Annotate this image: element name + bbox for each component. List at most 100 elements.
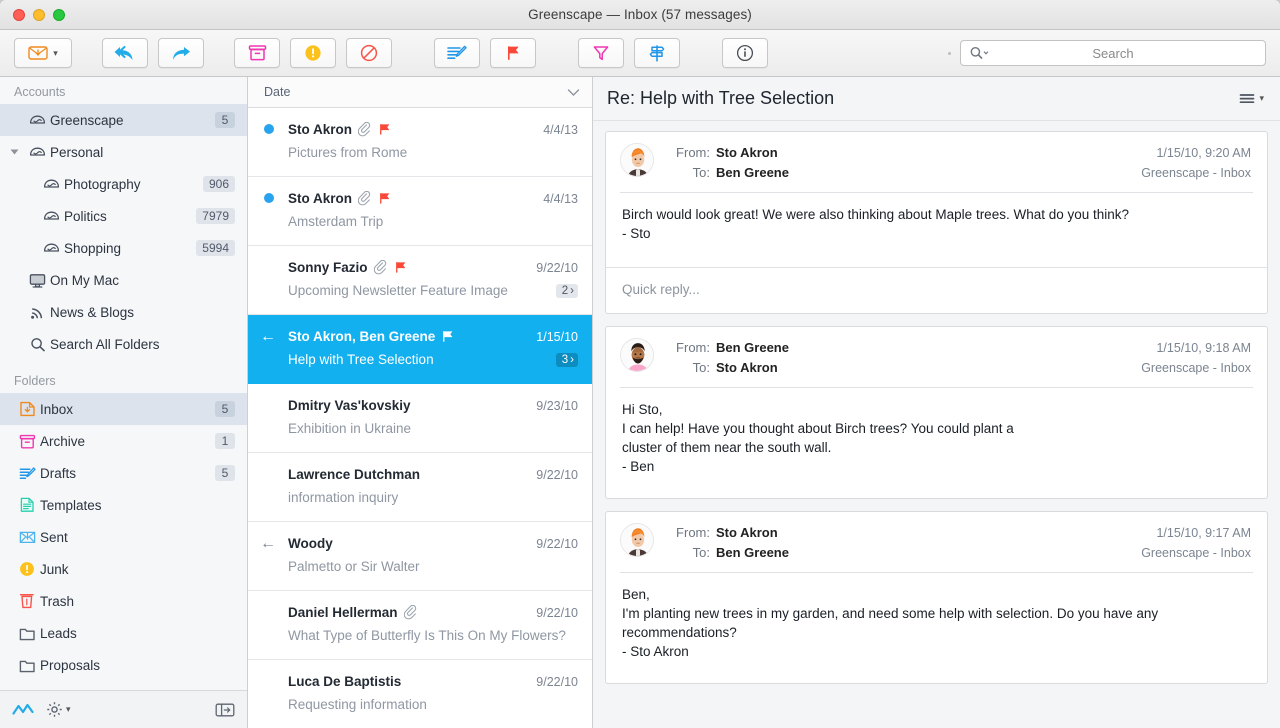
filter-button[interactable]	[578, 38, 624, 68]
message-list-row[interactable]: ← Woody 9/22/10 Palmetto or Sir Walter	[248, 522, 592, 591]
message-subject: information inquiry	[288, 490, 399, 505]
quick-reply-input[interactable]: Quick reply...	[606, 267, 1267, 313]
message-header-fields: From: Sto Akron To: Ben Greene	[666, 143, 1141, 183]
sidebar-item-personal[interactable]: Personal	[0, 136, 247, 168]
exclamation-circle-icon	[14, 561, 40, 577]
unread-count-badge: 5	[215, 401, 235, 417]
panel-toggle-icon[interactable]	[215, 702, 235, 718]
message-row-bottom: Help with Tree Selection 3 ›	[262, 349, 578, 370]
archive-box-icon	[248, 44, 267, 62]
message-card-header: From: Sto Akron To: Ben Greene 1/15/10, …	[606, 132, 1267, 192]
message-list-row[interactable]: Lawrence Dutchman 9/22/10 information in…	[248, 453, 592, 522]
message-subject: What Type of Butterfly Is This On My Flo…	[288, 628, 566, 643]
get-mail-button[interactable]: ▾	[14, 38, 72, 68]
sidebar-item-inbox[interactable]: Inbox 5	[0, 393, 247, 425]
sidebar-item-photography[interactable]: Photography 906	[0, 168, 247, 200]
message-row-top: Daniel Hellerman 9/22/10	[262, 603, 578, 622]
no-entry-icon	[360, 44, 378, 62]
message-date: 9/22/10	[536, 536, 578, 551]
message-row-bottom: Amsterdam Trip	[262, 211, 578, 232]
mailbox-icon	[38, 210, 64, 222]
message-list-row[interactable]: Daniel Hellerman 9/22/10 What Type of Bu…	[248, 591, 592, 660]
unread-count-badge: 5	[215, 465, 235, 481]
sidebar-item-greenscape[interactable]: Greenscape 5	[0, 104, 247, 136]
message-list-row[interactable]: Dmitry Vas'kovskiy 9/23/10 Exhibition in…	[248, 384, 592, 453]
sidebar-item-trash[interactable]: Trash	[0, 585, 247, 617]
activity-zigzag-icon[interactable]	[12, 702, 34, 718]
app-window: Greenscape — Inbox (57 messages) ▾ Searc…	[0, 0, 1280, 728]
flag-icon	[378, 123, 391, 137]
archive-button[interactable]	[234, 38, 280, 68]
sidebar-item-on-my-mac[interactable]: On My Mac	[0, 264, 247, 296]
message-list-header[interactable]: Date	[248, 77, 592, 108]
message-card[interactable]: From: Ben Greene To: Sto Akron 1/15/10, …	[605, 326, 1268, 499]
forward-button[interactable]	[158, 38, 204, 68]
flag-icon	[394, 261, 407, 275]
gear-icon[interactable]	[46, 701, 63, 718]
sidebar-item-politics[interactable]: Politics 7979	[0, 200, 247, 232]
message-sender: Sonny Fazio	[288, 260, 368, 275]
reply-all-button[interactable]	[102, 38, 148, 68]
chevron-down-icon[interactable]	[567, 88, 580, 97]
message-list-row[interactable]: Sto Akron 4/4/13 Pictures from Rome	[248, 108, 592, 177]
thread-count-badge[interactable]: 2 ›	[555, 283, 578, 298]
thread-button[interactable]	[634, 38, 680, 68]
from-label: From:	[676, 340, 710, 355]
unread-dot	[264, 193, 274, 203]
minimize-button[interactable]	[33, 9, 45, 21]
sidebar-item-search-all-folders[interactable]: Search All Folders	[0, 328, 247, 360]
sidebar-item-proposals[interactable]: Proposals	[0, 649, 247, 681]
info-button[interactable]	[722, 38, 768, 68]
zoom-button[interactable]	[53, 9, 65, 21]
red-flag-icon	[505, 44, 522, 62]
sidebar-item-drafts[interactable]: Drafts 5	[0, 457, 247, 489]
list-options-icon	[1239, 92, 1256, 106]
main-body: Accounts Greenscape 5 Personal Photograph…	[0, 77, 1280, 728]
sidebar-item-archive[interactable]: Archive 1	[0, 425, 247, 457]
sidebar-item-junk[interactable]: Junk	[0, 553, 247, 585]
message-options-button[interactable]: ▾	[1239, 92, 1264, 106]
message-list-row[interactable]: ← Sto Akron, Ben Greene 1/15/10 Help wit…	[248, 315, 592, 384]
sidebar-footer: ▾	[0, 690, 247, 728]
message-card[interactable]: From: Sto Akron To: Ben Greene 1/15/10, …	[605, 131, 1268, 314]
mailbox-icon	[38, 242, 64, 254]
message-list-row[interactable]: Sto Akron 4/4/13 Amsterdam Trip	[248, 177, 592, 246]
sidebar-item-templates[interactable]: Templates	[0, 489, 247, 521]
to-value: Ben Greene	[716, 165, 789, 180]
message-row-bottom: Upcoming Newsletter Feature Image 2 ›	[262, 280, 578, 301]
junk-button[interactable]	[290, 38, 336, 68]
thread-count-badge[interactable]: 3 ›	[555, 352, 578, 367]
message-row-top: Sto Akron, Ben Greene 1/15/10	[262, 327, 578, 346]
archive-box-icon	[14, 434, 40, 449]
block-button[interactable]	[346, 38, 392, 68]
sidebar-item-shopping[interactable]: Shopping 5994	[0, 232, 247, 264]
settings-menu[interactable]: ▾	[46, 701, 71, 718]
message-mailbox: Greenscape - Inbox	[1141, 361, 1251, 375]
reading-pane: Re: Help with Tree Selection ▾ From: Sto…	[593, 77, 1280, 728]
message-list-row[interactable]: Luca De Baptistis 9/22/10 Requesting inf…	[248, 660, 592, 728]
message-date: 9/22/10	[536, 605, 578, 620]
flag-button[interactable]	[490, 38, 536, 68]
message-sender: Sto Akron	[288, 191, 352, 206]
close-button[interactable]	[13, 9, 25, 21]
message-meta: 1/15/10, 9:18 AM Greenscape - Inbox	[1141, 338, 1251, 378]
from-line: From: Sto Akron	[666, 143, 1141, 163]
message-rows: Sto Akron 4/4/13 Pictures from Rome Sto …	[248, 108, 592, 728]
to-value: Sto Akron	[716, 360, 778, 375]
unread-count-badge: 906	[202, 176, 235, 192]
thread-count-value: 2	[561, 284, 569, 297]
sidebar-item-sent[interactable]: Sent	[0, 521, 247, 553]
to-label: To:	[692, 165, 710, 180]
search-input[interactable]: Search	[960, 40, 1266, 66]
sidebar-item-news-blogs[interactable]: News & Blogs	[0, 296, 247, 328]
message-row-top: Dmitry Vas'kovskiy 9/23/10	[262, 396, 578, 415]
unread-count-badge: 1	[215, 433, 235, 449]
message-card[interactable]: From: Sto Akron To: Ben Greene 1/15/10, …	[605, 511, 1268, 684]
message-sender: Sto Akron	[288, 122, 352, 137]
sidebar-item-label: Templates	[40, 497, 102, 513]
sort-label: Date	[264, 85, 291, 99]
disclosure-triangle-icon[interactable]	[6, 148, 22, 156]
compose-button[interactable]	[434, 38, 480, 68]
sidebar-item-leads[interactable]: Leads	[0, 617, 247, 649]
message-list-row[interactable]: Sonny Fazio 9/22/10 Upcoming Newsletter …	[248, 246, 592, 315]
